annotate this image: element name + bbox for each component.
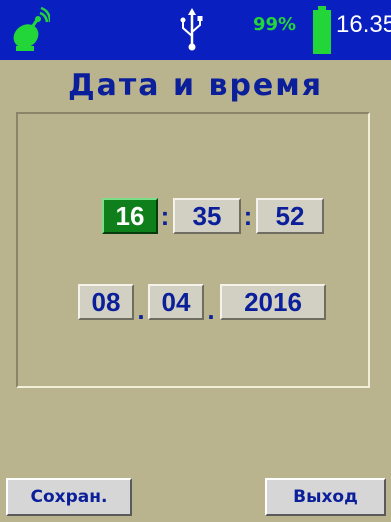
datetime-panel: [16, 112, 370, 388]
status-bar: 99% 16.35: [0, 0, 391, 60]
date-separator: .: [137, 295, 145, 325]
time-separator: :: [243, 201, 253, 231]
time-separator: :: [160, 201, 170, 231]
seconds-field[interactable]: 52: [256, 198, 324, 234]
satellite-dish-icon: [13, 6, 50, 51]
hours-field[interactable]: 16: [102, 198, 158, 234]
status-time: 16.35: [336, 11, 391, 38]
day-field[interactable]: 08: [78, 284, 134, 320]
save-button[interactable]: Сохран.: [6, 478, 132, 516]
exit-button[interactable]: Выход: [265, 478, 386, 516]
year-field[interactable]: 2016: [220, 284, 326, 320]
month-field[interactable]: 04: [148, 284, 204, 320]
battery-full-icon: [313, 6, 331, 54]
usb-icon: [180, 8, 203, 51]
battery-percent: 99%: [253, 14, 297, 35]
page-title: Дата и время: [67, 68, 324, 103]
date-separator: .: [207, 295, 215, 325]
minutes-field[interactable]: 35: [173, 198, 241, 234]
